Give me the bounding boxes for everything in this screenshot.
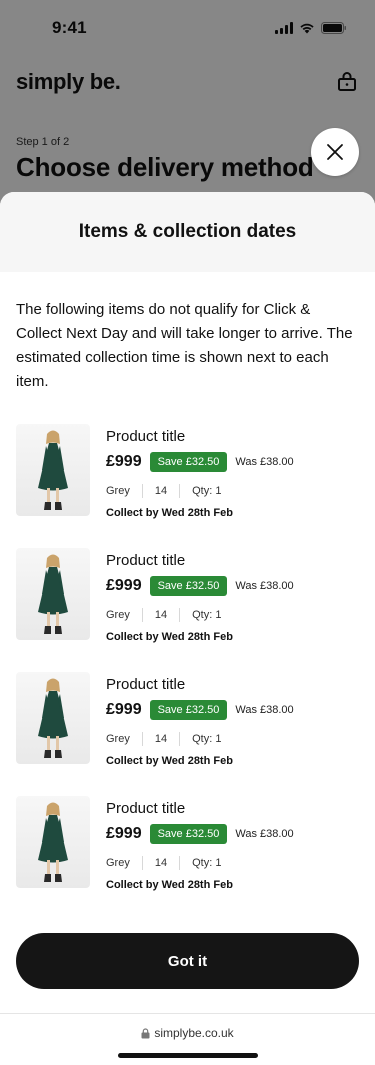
product-quantity: Qty: 1 bbox=[192, 733, 222, 745]
list-item[interactable]: Product title £999 Save £32.50 Was £38.0… bbox=[16, 548, 359, 672]
got-it-button[interactable]: Got it bbox=[16, 933, 359, 989]
product-colour: Grey bbox=[106, 733, 130, 745]
divider bbox=[141, 608, 143, 622]
divider bbox=[179, 608, 181, 622]
product-colour: Grey bbox=[106, 485, 130, 497]
bottom-sheet: Items & collection dates The following i… bbox=[0, 192, 375, 1065]
product-image[interactable] bbox=[16, 424, 90, 516]
divider bbox=[179, 732, 181, 746]
product-meta: Grey 14 Qty: 1 bbox=[106, 608, 359, 622]
divider bbox=[141, 856, 143, 870]
was-price: Was £38.00 bbox=[235, 580, 294, 592]
product-size: 14 bbox=[154, 609, 168, 621]
product-colour: Grey bbox=[106, 857, 130, 869]
product-meta: Grey 14 Qty: 1 bbox=[106, 484, 359, 498]
was-price: Was £38.00 bbox=[235, 704, 294, 716]
list-item[interactable]: Product title £999 Save £32.50 Was £38.0… bbox=[16, 424, 359, 548]
lock-icon bbox=[141, 1027, 150, 1038]
collection-date: Collect by Wed 28th Feb bbox=[106, 755, 233, 767]
save-badge: Save £32.50 bbox=[149, 576, 228, 596]
divider bbox=[141, 484, 143, 498]
product-meta: Grey 14 Qty: 1 bbox=[106, 856, 359, 870]
product-colour: Grey bbox=[106, 609, 130, 621]
item-list: Product title £999 Save £32.50 Was £38.0… bbox=[0, 394, 375, 920]
product-price: £999 bbox=[106, 825, 142, 842]
save-badge: Save £32.50 bbox=[149, 824, 228, 844]
save-badge: Save £32.50 bbox=[149, 700, 228, 720]
product-title[interactable]: Product title bbox=[106, 552, 359, 570]
product-details: Product title £999 Save £32.50 Was £38.0… bbox=[106, 796, 359, 920]
product-price: £999 bbox=[106, 701, 142, 718]
product-size: 14 bbox=[154, 857, 168, 869]
product-image[interactable] bbox=[16, 672, 90, 764]
collection-date: Collect by Wed 28th Feb bbox=[106, 507, 233, 519]
product-title[interactable]: Product title bbox=[106, 676, 359, 694]
browser-url-bar: simplybe.co.uk bbox=[0, 1013, 375, 1065]
list-item[interactable]: Product title £999 Save £32.50 Was £38.0… bbox=[16, 672, 359, 796]
was-price: Was £38.00 bbox=[235, 456, 294, 468]
product-image[interactable] bbox=[16, 548, 90, 640]
product-quantity: Qty: 1 bbox=[192, 609, 222, 621]
product-title[interactable]: Product title bbox=[106, 800, 359, 818]
url-text: simplybe.co.uk bbox=[154, 1026, 234, 1040]
sheet-header: Items & collection dates bbox=[0, 192, 375, 272]
product-price: £999 bbox=[106, 453, 142, 470]
product-image[interactable] bbox=[16, 796, 90, 888]
save-badge: Save £32.50 bbox=[149, 452, 228, 472]
home-indicator bbox=[118, 1053, 258, 1058]
product-quantity: Qty: 1 bbox=[192, 857, 222, 869]
product-title[interactable]: Product title bbox=[106, 428, 359, 446]
product-details: Product title £999 Save £32.50 Was £38.0… bbox=[106, 672, 359, 796]
divider bbox=[141, 732, 143, 746]
product-meta: Grey 14 Qty: 1 bbox=[106, 732, 359, 746]
was-price: Was £38.00 bbox=[235, 828, 294, 840]
close-button[interactable] bbox=[311, 128, 359, 176]
close-icon bbox=[327, 144, 343, 160]
price-row: £999 Save £32.50 Was £38.00 bbox=[106, 452, 359, 472]
url-display[interactable]: simplybe.co.uk bbox=[0, 1026, 375, 1040]
product-details: Product title £999 Save £32.50 Was £38.0… bbox=[106, 424, 359, 548]
collection-date: Collect by Wed 28th Feb bbox=[106, 879, 233, 891]
product-size: 14 bbox=[154, 733, 168, 745]
collection-date: Collect by Wed 28th Feb bbox=[106, 631, 233, 643]
list-item[interactable]: Product title £999 Save £32.50 Was £38.0… bbox=[16, 796, 359, 920]
divider bbox=[179, 484, 181, 498]
price-row: £999 Save £32.50 Was £38.00 bbox=[106, 576, 359, 596]
sheet-title: Items & collection dates bbox=[78, 221, 297, 242]
product-quantity: Qty: 1 bbox=[192, 485, 222, 497]
intro-text: The following items do not qualify for C… bbox=[16, 301, 353, 390]
divider bbox=[179, 856, 181, 870]
product-price: £999 bbox=[106, 577, 142, 594]
price-row: £999 Save £32.50 Was £38.00 bbox=[106, 700, 359, 720]
product-details: Product title £999 Save £32.50 Was £38.0… bbox=[106, 548, 359, 672]
product-size: 14 bbox=[154, 485, 168, 497]
price-row: £999 Save £32.50 Was £38.00 bbox=[106, 824, 359, 844]
